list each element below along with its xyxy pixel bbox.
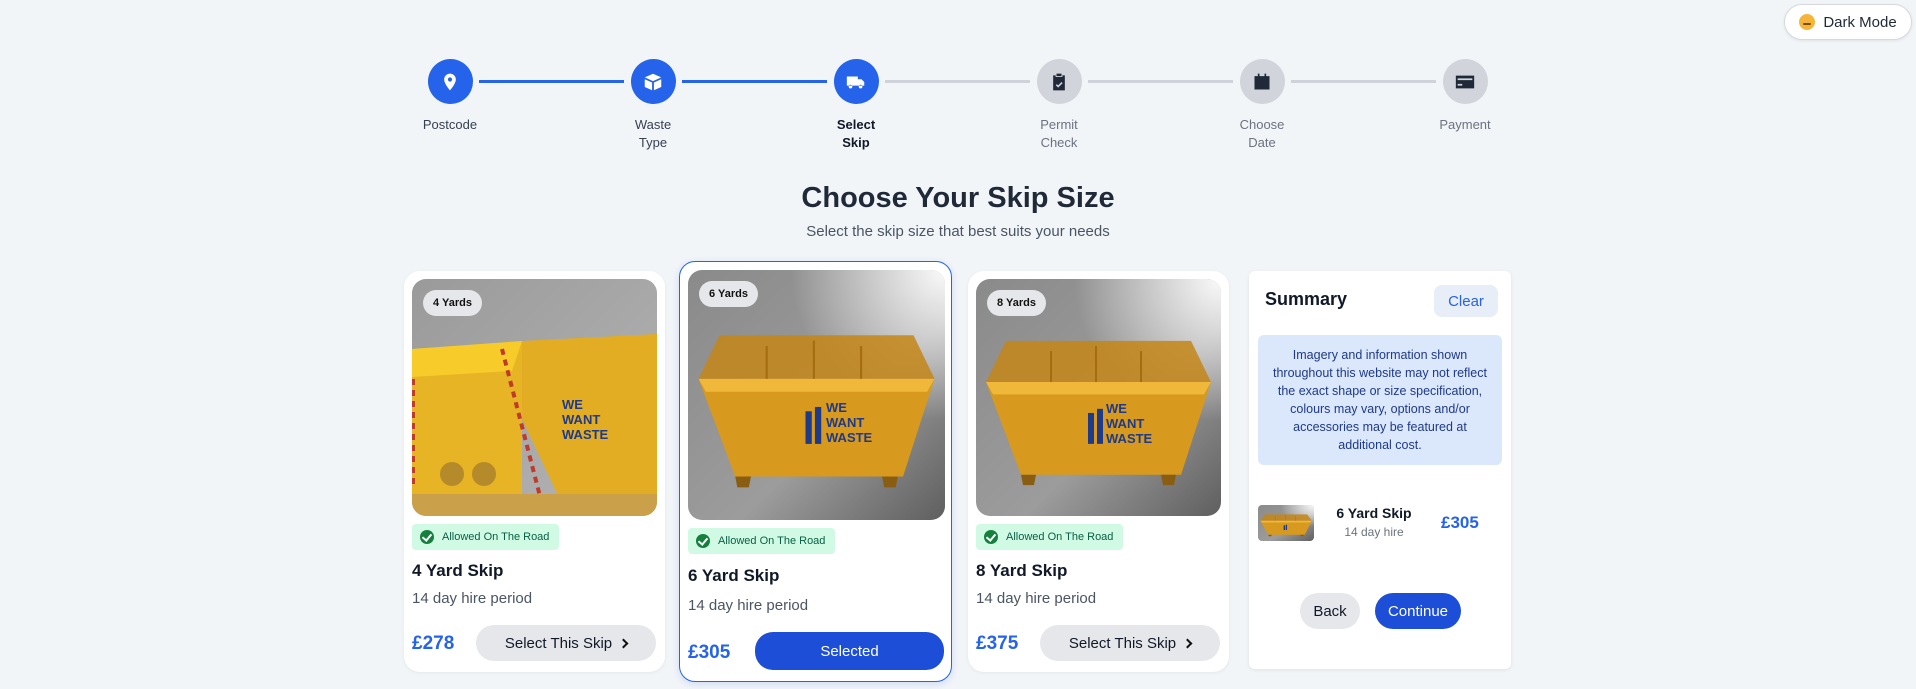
step-label-line2: Check xyxy=(1040,135,1078,150)
step-label: Postcode xyxy=(422,117,478,132)
selected-skip-thumbnail xyxy=(1258,505,1314,541)
skip-title: 4 Yard Skip xyxy=(412,561,504,580)
step-select-skip[interactable]: Select Skip xyxy=(796,59,916,152)
skip-price: £305 xyxy=(688,642,731,663)
disclaimer-notice: Imagery and information shown throughout… xyxy=(1258,335,1502,465)
skip-brand-line1: WE xyxy=(1106,401,1127,416)
chevron-right-icon xyxy=(1182,638,1193,648)
progress-stepper: Postcode Waste Type Select Skip Permit Chec… xyxy=(0,59,1916,159)
clear-button[interactable]: Clear xyxy=(1434,285,1498,317)
summary-item-name: 6 Yard Skip xyxy=(1336,505,1412,521)
skip-card-selected[interactable]: WE WANT WASTE 6 Yards Allowed On The Roa… xyxy=(679,261,952,682)
step-choose-date[interactable]: Choose Date xyxy=(1202,59,1322,152)
check-circle-icon xyxy=(984,530,998,544)
clipboard-check-icon xyxy=(1036,59,1082,104)
skip-period: 14 day hire period xyxy=(976,590,1097,607)
page-subtitle: Select the skip size that best suits you… xyxy=(806,223,1110,240)
road-allowed-label: Allowed On The Road xyxy=(442,531,550,543)
skip-image: WE WANT WASTE 4 Yards xyxy=(412,279,657,516)
skip-price: £278 xyxy=(412,633,455,654)
skip-period: 14 day hire period xyxy=(412,590,533,607)
moon-face-icon xyxy=(1799,14,1816,30)
skip-brand-line2: WANT xyxy=(1106,416,1145,431)
step-label: Payment xyxy=(1439,117,1491,132)
skip-brand-line1: WE xyxy=(826,400,847,415)
select-skip-label: Select This Skip xyxy=(1068,634,1177,652)
dark-mode-label: Dark Mode xyxy=(1823,13,1897,31)
step-label: Select xyxy=(836,117,876,132)
skip-brand-line3: WASTE xyxy=(1106,431,1153,446)
skip-title: 8 Yard Skip xyxy=(976,561,1068,580)
step-payment[interactable]: Payment xyxy=(1405,59,1525,134)
skip-brand-line1: WE xyxy=(562,397,583,412)
summary-item-hire: 14 day hire xyxy=(1344,525,1404,539)
selected-button[interactable]: Selected xyxy=(755,632,944,670)
page-heading: Choose Your Skip Size Select the skip si… xyxy=(0,182,1916,240)
skip-brand-line2: WANT xyxy=(562,412,601,427)
skip-period: 14 day hire period xyxy=(688,597,809,614)
step-label: Choose xyxy=(1239,117,1285,132)
step-postcode[interactable]: Postcode xyxy=(390,59,510,134)
skip-brand-line3: WASTE xyxy=(826,430,873,445)
summary-item-price: £305 xyxy=(1441,513,1479,532)
select-skip-button[interactable]: Select This Skip xyxy=(1040,625,1220,661)
yards-badge: 6 Yards xyxy=(699,281,758,307)
road-allowed-badge: Allowed On The Road xyxy=(688,528,836,554)
skip-card[interactable]: WE WANT WASTE 4 Yards Allowed On The Roa… xyxy=(404,271,665,672)
summary-panel: Summary Clear Imagery and information sh… xyxy=(1249,271,1511,669)
skip-brand-line3: WASTE xyxy=(562,427,609,442)
step-waste-type[interactable]: Waste Type xyxy=(593,59,713,152)
select-skip-label: Select This Skip xyxy=(504,634,613,652)
check-circle-icon xyxy=(696,534,710,548)
calendar-icon xyxy=(1239,59,1285,104)
skip-card[interactable]: WE WANT WASTE 8 Yards Allowed On The Roa… xyxy=(968,271,1229,672)
map-pin-icon xyxy=(427,59,473,104)
road-allowed-badge: Allowed On The Road xyxy=(976,524,1124,550)
page-title: Choose Your Skip Size xyxy=(801,182,1115,214)
skip-title: 6 Yard Skip xyxy=(688,566,780,585)
road-allowed-label: Allowed On The Road xyxy=(718,535,826,547)
skip-brand-line2: WANT xyxy=(826,415,865,430)
credit-card-icon xyxy=(1442,59,1488,104)
skip-illustration xyxy=(688,270,945,520)
step-label-line2: Date xyxy=(1248,135,1276,150)
select-skip-button[interactable]: Select This Skip xyxy=(476,625,656,661)
road-allowed-label: Allowed On The Road xyxy=(1006,531,1114,543)
check-circle-icon xyxy=(420,530,434,544)
chevron-right-icon xyxy=(618,638,629,648)
skip-image: WE WANT WASTE 6 Yards xyxy=(688,270,945,520)
step-label-line2: Type xyxy=(638,135,668,150)
selected-label: Selected xyxy=(820,642,879,660)
box-icon xyxy=(630,59,676,104)
truck-icon xyxy=(833,59,879,104)
step-label: Waste xyxy=(634,117,672,132)
skip-image: WE WANT WASTE 8 Yards xyxy=(976,279,1221,516)
road-allowed-badge: Allowed On The Road xyxy=(412,524,560,550)
skip-price: £375 xyxy=(976,633,1019,654)
step-permit-check[interactable]: Permit Check xyxy=(999,59,1119,152)
back-button[interactable]: Back xyxy=(1300,593,1360,629)
step-label-line2: Skip xyxy=(842,135,870,150)
summary-title: Summary xyxy=(1265,289,1348,309)
step-label: Permit xyxy=(1040,117,1078,132)
yards-badge: 4 Yards xyxy=(423,290,482,316)
dark-mode-toggle[interactable]: Dark Mode xyxy=(1784,4,1912,40)
yards-badge: 8 Yards xyxy=(987,290,1046,316)
continue-button[interactable]: Continue xyxy=(1375,593,1461,629)
